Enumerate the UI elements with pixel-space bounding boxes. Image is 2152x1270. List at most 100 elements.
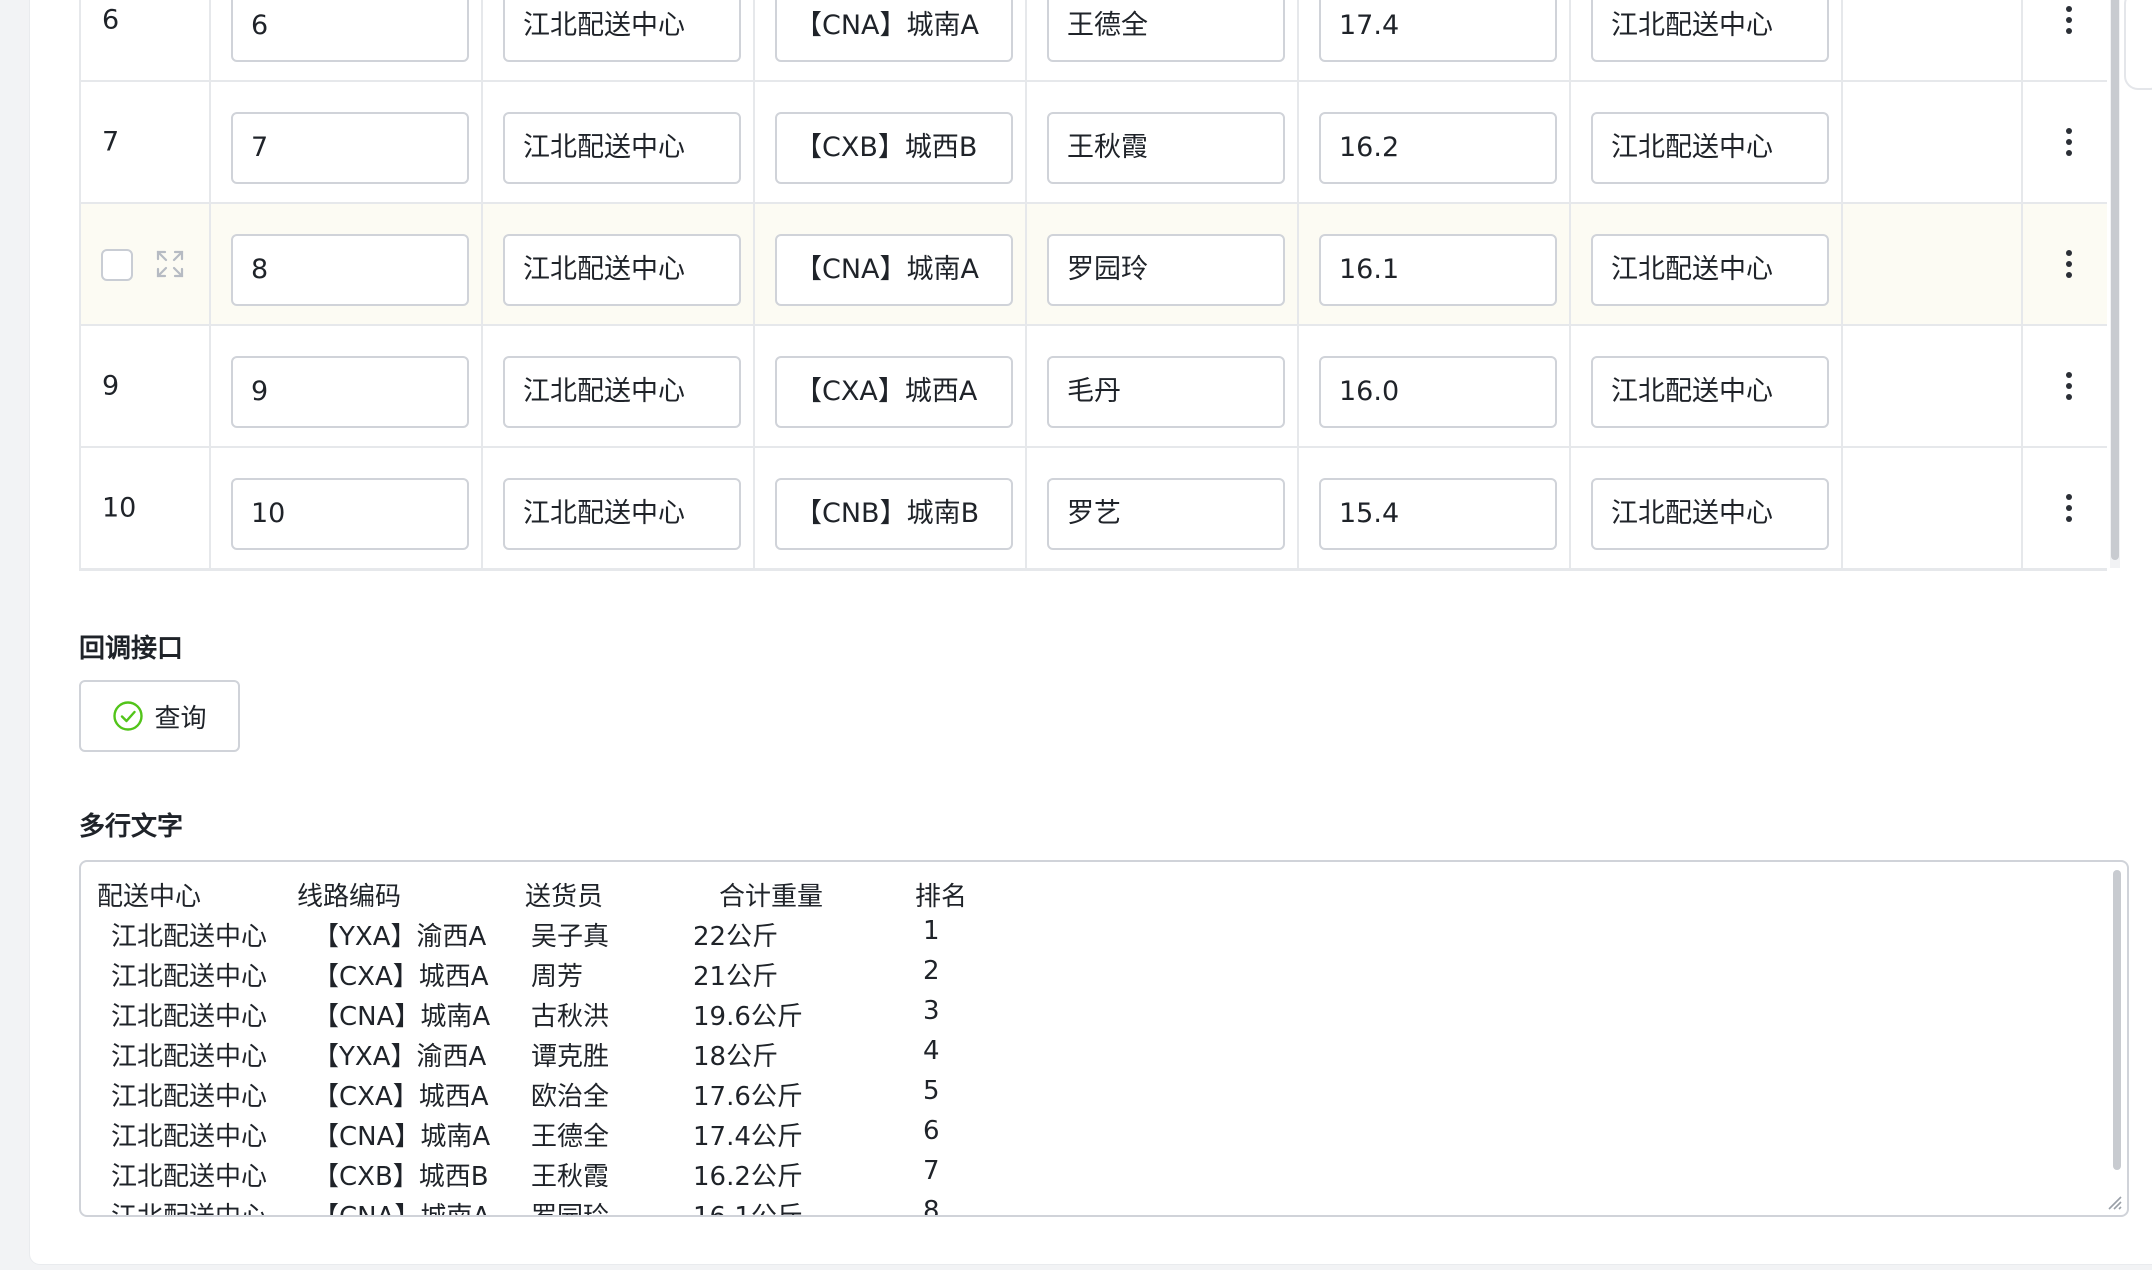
- courier-input[interactable]: 王秋霞: [1047, 112, 1285, 184]
- route-input[interactable]: 【CNA】城南A: [775, 0, 1013, 62]
- more-vertical-icon[interactable]: [2051, 490, 2087, 526]
- center-input[interactable]: 江北配送中心: [503, 356, 741, 428]
- table-cell: 罗艺: [1027, 448, 1299, 568]
- table-row: 10 10 江北配送中心 【CNB】城南B 罗艺 15.4 江北配送中心: [81, 448, 2107, 570]
- table-cell: 【CNA】城南A: [755, 204, 1027, 324]
- table-cell: 江北配送中心: [483, 82, 755, 202]
- textarea-text: 【CXA】城西A: [313, 962, 489, 992]
- route-input[interactable]: 【CNB】城南B: [775, 478, 1013, 550]
- table-cell: 【CXA】城西A: [755, 326, 1027, 446]
- table-cell: 16.0: [1299, 326, 1571, 446]
- weight-input[interactable]: 16.1: [1319, 234, 1557, 306]
- textarea-text: 罗园玲: [531, 1202, 610, 1217]
- textarea-text: 16.1公斤: [693, 1202, 803, 1217]
- textarea-text: 8: [923, 1196, 940, 1217]
- multiline-textarea[interactable]: 配送中心 线路编码 送货员 合计重量 排名 江北配送中心 【YXA】渝西A 吴子真 22公斤 1 江…: [79, 860, 2129, 1217]
- table-scrollbar-thumb[interactable]: [2111, 0, 2119, 560]
- textarea-text: 周芳: [531, 962, 584, 992]
- row-index-cell: 10: [81, 448, 211, 568]
- textarea-text: 【CXA】城西A: [313, 1082, 489, 1112]
- textarea-text: 【YXA】渝西A: [313, 1042, 487, 1072]
- table-cell: 江北配送中心: [1571, 82, 1843, 202]
- textarea-text: 江北配送中心: [111, 1082, 268, 1112]
- textarea-text: 排名: [915, 882, 968, 912]
- textarea-text: 18公斤: [693, 1042, 779, 1072]
- side-panel-edge: [2124, 0, 2152, 90]
- row-index-cell: 9: [81, 326, 211, 446]
- table-row: 8 江北配送中心 【CNA】城南A 罗园玲 16.1 江北配送中心: [81, 204, 2107, 326]
- route-input[interactable]: 【CXB】城西B: [775, 112, 1013, 184]
- table-cell: 江北配送中心: [483, 448, 755, 568]
- rank-input[interactable]: 10: [231, 478, 469, 550]
- query-button[interactable]: 查询: [79, 680, 240, 752]
- table-cell: 7: [211, 82, 483, 202]
- table-cell: 16.2: [1299, 82, 1571, 202]
- table-cell: 江北配送中心: [1571, 326, 1843, 446]
- row-index: 7: [102, 126, 120, 158]
- dest-input[interactable]: 江北配送中心: [1591, 0, 1829, 62]
- more-vertical-icon[interactable]: [2051, 124, 2087, 160]
- dest-input[interactable]: 江北配送中心: [1591, 478, 1829, 550]
- weight-input[interactable]: 15.4: [1319, 478, 1557, 550]
- table-scrollbar[interactable]: [2110, 0, 2120, 568]
- weight-input[interactable]: 16.0: [1319, 356, 1557, 428]
- table-cell: 王德全: [1027, 0, 1299, 80]
- textarea-text: 17.6公斤: [693, 1082, 803, 1112]
- textarea-text: 【CNA】城南A: [313, 1122, 491, 1152]
- table-cell: 15.4: [1299, 448, 1571, 568]
- row-checkbox[interactable]: [101, 249, 133, 281]
- more-vertical-icon[interactable]: [2051, 2, 2087, 38]
- check-circle-icon: [113, 701, 144, 731]
- textarea-text: 江北配送中心: [111, 1042, 268, 1072]
- courier-input[interactable]: 罗艺: [1047, 478, 1285, 550]
- multiline-label: 多行文字: [79, 812, 184, 842]
- center-input[interactable]: 江北配送中心: [503, 478, 741, 550]
- textarea-text: 16.2公斤: [693, 1162, 803, 1192]
- expand-icon[interactable]: [155, 249, 185, 279]
- table-cell: 6: [211, 0, 483, 80]
- callback-label: 回调接口: [79, 634, 184, 664]
- center-input[interactable]: 江北配送中心: [503, 234, 741, 306]
- row-index: 10: [102, 492, 137, 524]
- table-cell: 【CNA】城南A: [755, 0, 1027, 80]
- courier-input[interactable]: 罗园玲: [1047, 234, 1285, 306]
- route-input[interactable]: 【CNA】城南A: [775, 234, 1013, 306]
- table-cell: 江北配送中心: [483, 0, 755, 80]
- table-cell: 【CNB】城南B: [755, 448, 1027, 568]
- textarea-text: 古秋洪: [531, 1002, 610, 1032]
- rank-input[interactable]: 7: [231, 112, 469, 184]
- textarea-scrollbar[interactable]: [2113, 870, 2121, 1170]
- textarea-text: 合计重量: [719, 882, 824, 912]
- weight-input[interactable]: 16.2: [1319, 112, 1557, 184]
- textarea-text: 江北配送中心: [111, 1002, 268, 1032]
- dest-input[interactable]: 江北配送中心: [1591, 356, 1829, 428]
- resize-handle-icon[interactable]: [2105, 1193, 2123, 1211]
- textarea-text: 1: [923, 916, 940, 946]
- center-input[interactable]: 江北配送中心: [503, 112, 741, 184]
- row-index-cell: 7: [81, 82, 211, 202]
- dest-input[interactable]: 江北配送中心: [1591, 234, 1829, 306]
- center-input[interactable]: 江北配送中心: [503, 0, 741, 62]
- empty-cell: [1843, 204, 2023, 324]
- table-cell: 毛丹: [1027, 326, 1299, 446]
- dest-input[interactable]: 江北配送中心: [1591, 112, 1829, 184]
- table-cell: 王秋霞: [1027, 82, 1299, 202]
- courier-input[interactable]: 王德全: [1047, 0, 1285, 62]
- rank-input[interactable]: 9: [231, 356, 469, 428]
- textarea-text: 【CXB】城西B: [313, 1162, 489, 1192]
- rank-input[interactable]: 6: [231, 0, 469, 62]
- rank-input[interactable]: 8: [231, 234, 469, 306]
- more-vertical-icon[interactable]: [2051, 368, 2087, 404]
- textarea-text: 2: [923, 956, 940, 986]
- table-cell: 16.1: [1299, 204, 1571, 324]
- empty-cell: [1843, 448, 2023, 568]
- textarea-text: 4: [923, 1036, 940, 1066]
- courier-input[interactable]: 毛丹: [1047, 356, 1285, 428]
- route-input[interactable]: 【CXA】城西A: [775, 356, 1013, 428]
- table-cell: 江北配送中心: [1571, 0, 1843, 80]
- more-vertical-icon[interactable]: [2051, 246, 2087, 282]
- table-cell: 9: [211, 326, 483, 446]
- textarea-text: 22公斤: [693, 922, 779, 952]
- textarea-text: 3: [923, 996, 940, 1026]
- weight-input[interactable]: 17.4: [1319, 0, 1557, 62]
